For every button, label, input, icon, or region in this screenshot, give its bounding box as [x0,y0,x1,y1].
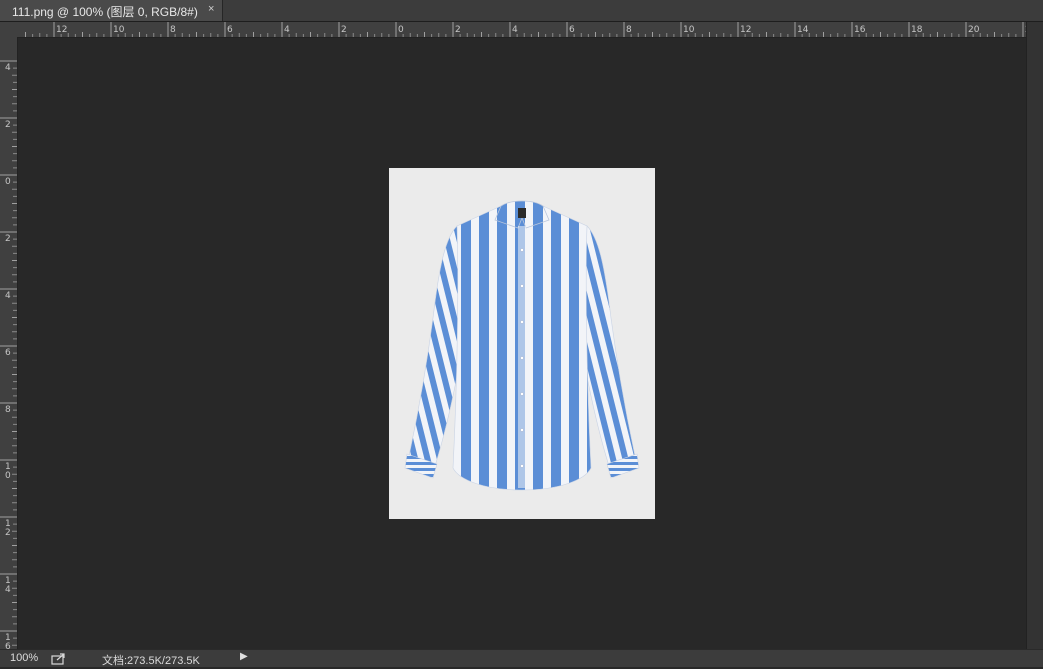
horizontal-ruler[interactable]: 121086420246810121416182022 [17,22,1026,38]
ruler-label: 6 [5,642,11,649]
status-menu-arrow-icon[interactable]: ▶ [240,651,248,662]
ruler-label: 8 [170,25,176,35]
ruler-label: 8 [626,25,632,35]
document-tab[interactable]: 111.png @ 100% (图层 0, RGB/8#) × [0,0,223,21]
close-tab-icon[interactable]: × [208,3,214,15]
ruler-label: 18 [911,25,923,35]
document-tab-title: 111.png @ 100% (图层 0, RGB/8#) [12,5,198,19]
horizontal-ruler-scale: 121086420246810121416182022 [25,22,1026,37]
ruler-label: 2 [455,25,461,35]
ruler-label: 2 [5,234,11,244]
ruler-label: 14 [797,25,809,35]
ruler-label: 10 [683,25,695,35]
ruler-label: 6 [227,25,233,35]
ruler-label: 12 [56,25,67,35]
ruler-label: 4 [5,63,11,73]
zoom-level-field[interactable]: 100% [10,652,38,664]
ruler-label: 2 [341,25,347,35]
share-export-icon[interactable] [50,651,68,666]
ruler-label: 16 [854,25,866,35]
ruler-label: 4 [5,291,11,301]
vertical-ruler-scale: 420246810121416 [0,60,17,649]
ruler-label: 0 [5,471,11,481]
ruler-label: 4 [284,25,290,35]
vertical-ruler[interactable]: 420246810121416 [0,37,18,649]
ruler-label: 20 [968,25,980,35]
ruler-label: 0 [5,177,11,187]
document-canvas-image[interactable] [389,168,655,519]
ruler-origin-corner[interactable] [0,22,18,38]
striped-shirt-image [404,200,640,491]
ruler-label: 6 [569,25,575,35]
status-bar: 100% 文档:273.5K/273.5K ▶ [0,649,1043,667]
ruler-label: 8 [5,405,11,415]
ruler-label: 12 [740,25,751,35]
document-tab-bar: 111.png @ 100% (图层 0, RGB/8#) × [0,0,1043,22]
ruler-label: 2 [5,120,11,130]
vertical-scrollbar[interactable] [1026,22,1043,649]
ruler-label: 6 [5,348,11,358]
ruler-label: 4 [512,25,518,35]
ruler-label: 4 [5,585,11,595]
ruler-label: 10 [113,25,125,35]
ruler-label: 0 [398,25,404,35]
ruler-label: 2 [5,528,11,538]
